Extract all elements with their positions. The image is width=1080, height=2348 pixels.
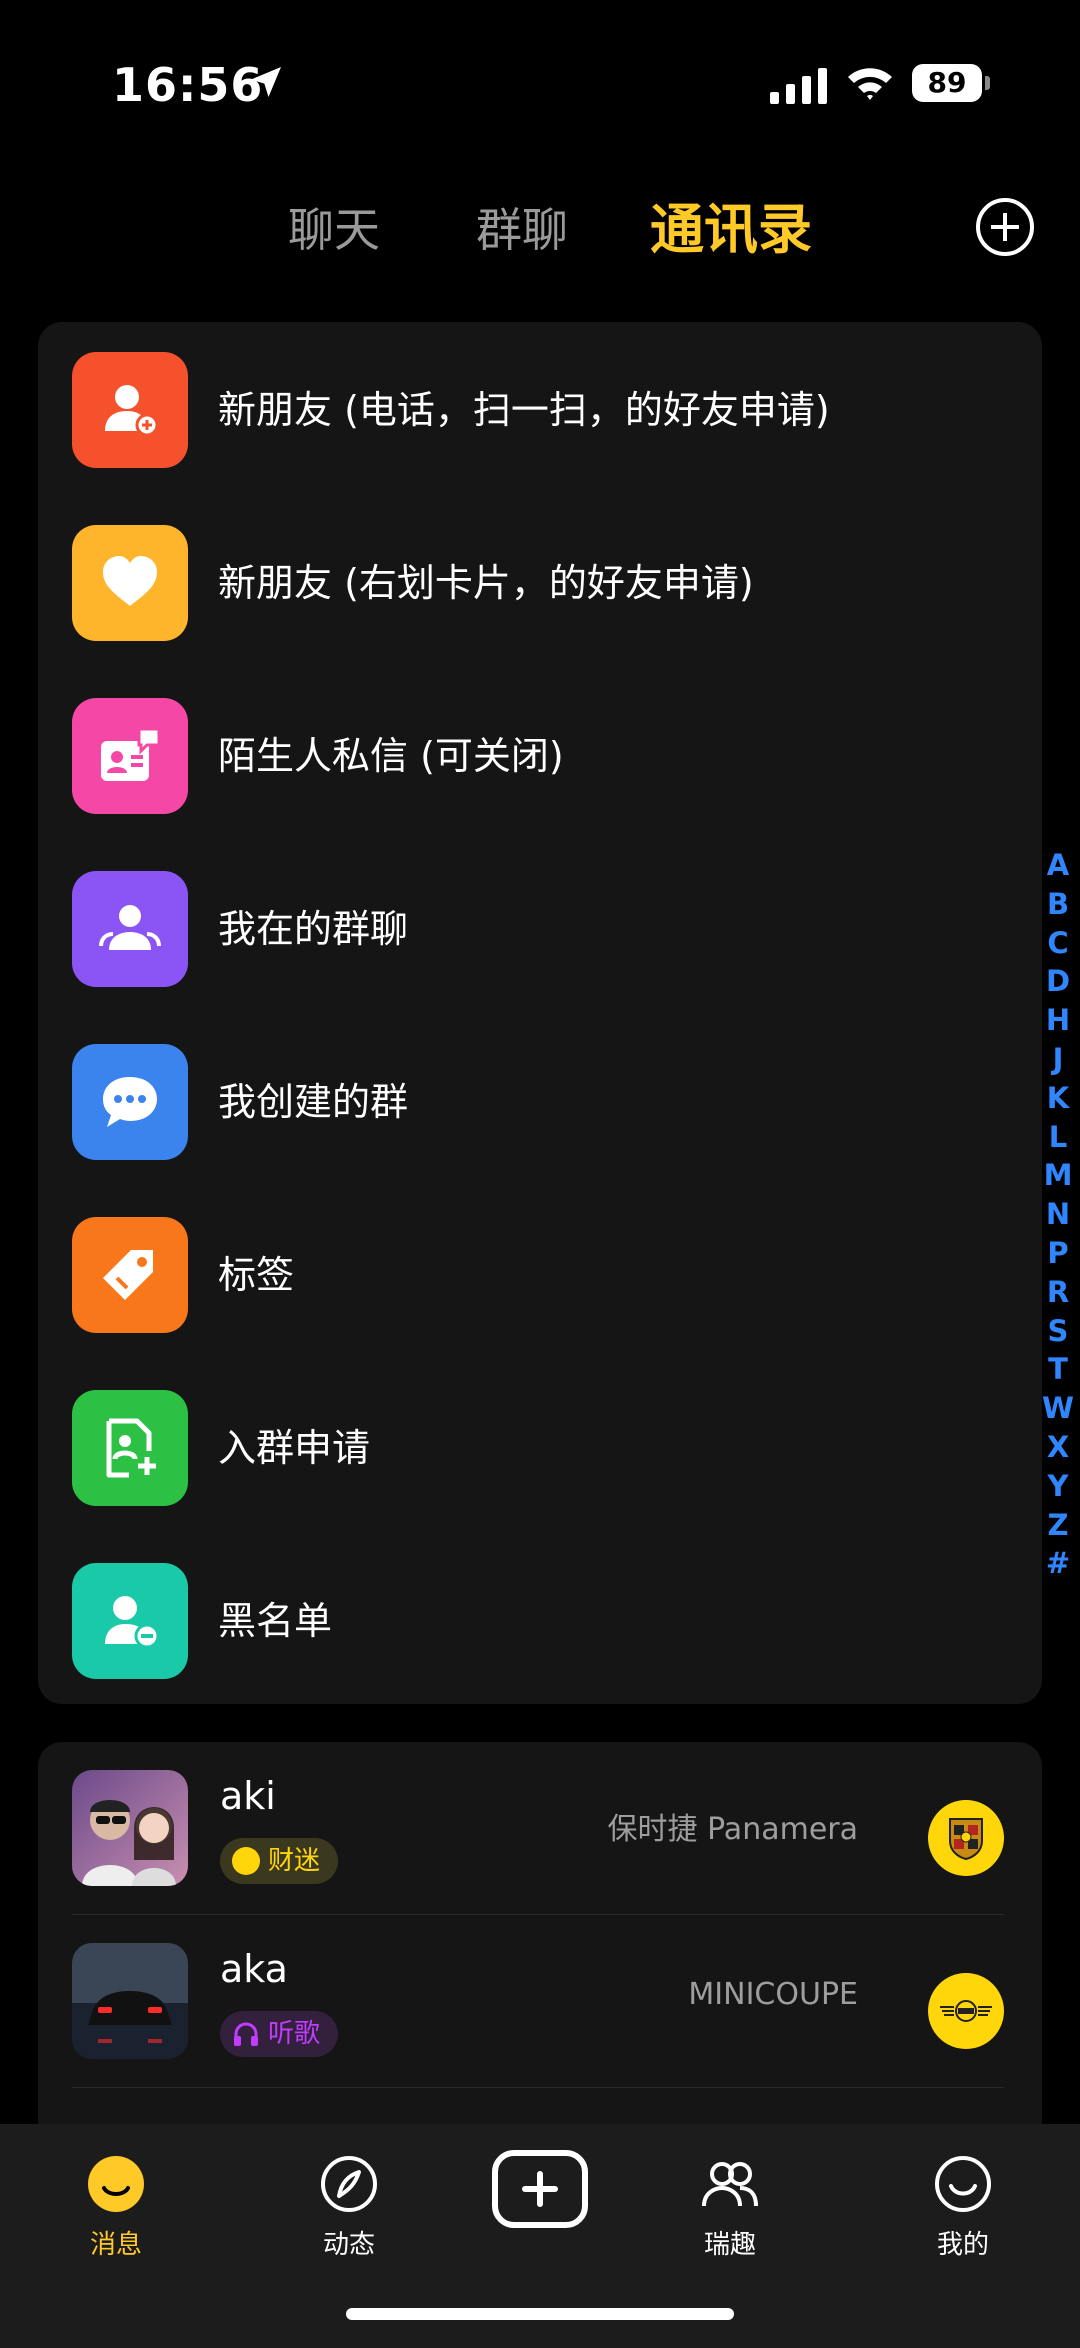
- menu-item-blocklist[interactable]: 黑名单: [72, 1563, 1012, 1683]
- menu-label: 新朋友 (电话，扫一扫，的好友申请): [218, 388, 830, 432]
- wifi-icon: [848, 68, 892, 100]
- nav-label: 动态: [322, 2230, 375, 2260]
- group-icon: [72, 871, 188, 987]
- index-letter[interactable]: N: [1040, 1195, 1076, 1234]
- contact-badge: 听歌: [220, 2011, 339, 2057]
- add-button[interactable]: [976, 198, 1034, 256]
- headphones-icon: [234, 2022, 258, 2046]
- menu-item-my-groups[interactable]: 我在的群聊: [72, 871, 1012, 991]
- car-model: MINICOUPE: [688, 1977, 858, 2012]
- contact-badge: 财迷: [220, 1838, 339, 1884]
- contacts-menu-card: 新朋友 (电话，扫一扫，的好友申请) 新朋友 (右划卡片，的好友申请) 陌生人私…: [38, 322, 1042, 1704]
- index-letter[interactable]: B: [1040, 885, 1076, 924]
- nav-label: 我的: [936, 2230, 989, 2260]
- nav-me[interactable]: 我的: [898, 2154, 1028, 2261]
- contact-name: aki: [220, 1774, 276, 1818]
- mini-logo-icon: [928, 1973, 1004, 2049]
- index-letter[interactable]: X: [1040, 1428, 1076, 1467]
- index-letter[interactable]: A: [1040, 846, 1076, 885]
- index-letter[interactable]: K: [1040, 1079, 1076, 1118]
- avatar[interactable]: [72, 1770, 188, 1886]
- menu-label: 我创建的群: [218, 1080, 409, 1124]
- index-letter[interactable]: R: [1040, 1273, 1076, 1312]
- index-letter[interactable]: P: [1040, 1234, 1076, 1273]
- status-bar: 16:56 89: [0, 0, 1080, 170]
- badge-label: 听歌: [268, 2019, 321, 2049]
- status-time: 16:56: [112, 58, 264, 112]
- index-letter[interactable]: L: [1040, 1118, 1076, 1157]
- menu-item-new-friends-phone[interactable]: 新朋友 (电话，扫一扫，的好友申请): [72, 352, 1012, 472]
- car-model: 保时捷 Panamera: [607, 1812, 858, 1847]
- heart-icon: [72, 525, 188, 641]
- index-letter[interactable]: M: [1040, 1156, 1076, 1195]
- top-tabs: 聊天 群聊 通讯录: [0, 190, 1080, 270]
- index-letter[interactable]: #: [1040, 1544, 1076, 1583]
- menu-item-created-groups[interactable]: 我创建的群: [72, 1044, 1012, 1164]
- chat-bubble-icon: [72, 1044, 188, 1160]
- nav-feed[interactable]: 动态: [284, 2154, 414, 2261]
- stranger-message-icon: [72, 698, 188, 814]
- index-letter[interactable]: C: [1040, 924, 1076, 963]
- menu-item-join-requests[interactable]: 入群申请: [72, 1390, 1012, 1510]
- index-letter[interactable]: Z: [1040, 1506, 1076, 1545]
- nav-interests[interactable]: 瑞趣: [665, 2154, 795, 2261]
- menu-label: 陌生人私信 (可关闭): [218, 734, 564, 778]
- tab-chat[interactable]: 聊天: [288, 190, 380, 270]
- index-letter[interactable]: H: [1040, 1001, 1076, 1040]
- index-letter[interactable]: Y: [1040, 1467, 1076, 1506]
- tab-group-chat[interactable]: 群聊: [476, 190, 568, 270]
- blocklist-icon: [72, 1563, 188, 1679]
- menu-item-tags[interactable]: 标签: [72, 1217, 1012, 1337]
- menu-label: 新朋友 (右划卡片，的好友申请): [218, 561, 754, 605]
- tag-icon: [72, 1217, 188, 1333]
- nav-label: 瑞趣: [703, 2230, 756, 2260]
- index-letter[interactable]: D: [1040, 962, 1076, 1001]
- tab-contacts[interactable]: 通讯录: [650, 190, 812, 270]
- nav-label: 消息: [89, 2230, 142, 2260]
- index-letter[interactable]: J: [1040, 1040, 1076, 1079]
- menu-label: 入群申请: [218, 1426, 371, 1470]
- contact-row[interactable]: aka 听歌 MINICOUPE: [72, 1915, 1004, 2087]
- cellular-signal-icon: [770, 68, 827, 104]
- avatar[interactable]: [72, 1943, 188, 2059]
- menu-label: 标签: [218, 1253, 295, 1297]
- home-indicator: [346, 2308, 734, 2320]
- location-arrow-icon: [251, 67, 281, 97]
- contact-list-card: aki 财迷 保时捷 Panamera aka 听歌 MINICOUPE: [38, 1742, 1042, 2162]
- menu-label: 我在的群聊: [218, 907, 409, 951]
- menu-item-stranger-messages[interactable]: 陌生人私信 (可关闭): [72, 698, 1012, 818]
- add-user-icon: [72, 352, 188, 468]
- profile-smile-icon: [935, 2156, 991, 2212]
- money-smile-icon: [232, 1847, 260, 1875]
- index-letter[interactable]: W: [1040, 1389, 1076, 1428]
- index-letter[interactable]: S: [1040, 1312, 1076, 1351]
- index-letter[interactable]: T: [1040, 1350, 1076, 1389]
- join-request-icon: [72, 1390, 188, 1506]
- menu-label: 黑名单: [218, 1599, 333, 1643]
- compass-icon: [321, 2156, 377, 2212]
- badge-label: 财迷: [268, 1846, 321, 1876]
- porsche-logo-icon: [928, 1800, 1004, 1876]
- message-smile-icon: [88, 2156, 144, 2212]
- divider: [72, 2087, 1004, 2088]
- contact-row[interactable]: aki 财迷 保时捷 Panamera: [72, 1742, 1004, 1914]
- alphabet-index[interactable]: A B C D H J K L M N P R S T W X Y Z #: [1040, 846, 1076, 1583]
- people-icon: [702, 2162, 758, 2207]
- menu-item-new-friends-swipe[interactable]: 新朋友 (右划卡片，的好友申请): [72, 525, 1012, 645]
- nav-messages[interactable]: 消息: [51, 2154, 181, 2261]
- battery-indicator: 89: [912, 64, 990, 102]
- create-post-button[interactable]: [492, 2150, 588, 2228]
- contact-name: aka: [220, 1947, 288, 1991]
